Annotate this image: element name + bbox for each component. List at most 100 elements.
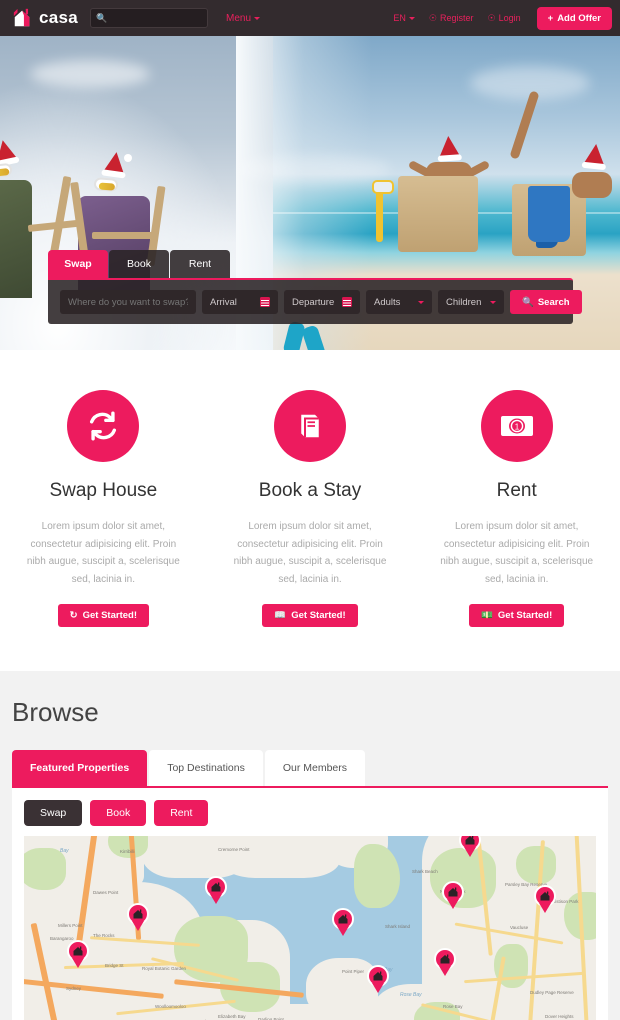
search-icon: 🔍 [522,296,534,308]
top-header: casa 🔍 Menu EN ☉ Register ☉ Login + Add … [0,0,620,36]
map-place-label: Woolloomooloo [155,1004,186,1009]
search-icon: 🔍 [96,12,108,23]
register-link[interactable]: ☉ Register [429,13,474,24]
feature-title: Rent [496,480,537,501]
departure-field[interactable]: Departure [284,290,360,314]
house-map-pin-icon[interactable] [442,881,464,909]
map-water-label: Bay [60,848,69,854]
add-offer-button[interactable]: + Add Offer [536,6,612,30]
map-place-label: Cremorne Point [218,847,250,852]
map-place-label: Vaucluse [510,925,529,930]
search-button-label: Search [537,296,570,308]
filter-rent-button[interactable]: Rent [154,800,209,826]
book-icon [274,390,346,462]
search-input[interactable] [111,13,203,23]
add-offer-label: Add Offer [557,12,601,24]
children-select[interactable]: Children [438,290,504,314]
house-map-pin-icon[interactable] [332,908,354,936]
house-map-pin-icon[interactable] [534,885,556,913]
search-button[interactable]: 🔍 Search [510,290,582,314]
cloud [30,60,150,88]
chevron-down-icon [418,300,424,304]
calendar-icon [260,297,270,307]
header-search-box[interactable]: 🔍 [90,8,209,28]
arrival-field[interactable]: Arrival [202,290,278,314]
hero-banner: Swap Book Rent Arrival Departure Adults … [0,36,620,350]
map-place-label: Millers Point [58,923,83,928]
map-place-label: Kirribilli [120,849,135,854]
login-link[interactable]: ☉ Login [488,13,521,24]
house-map-pin-icon[interactable] [434,948,456,976]
house-logo-icon [12,7,34,29]
hero-tab-book[interactable]: Book [109,250,169,278]
map-filter-buttons: Swap Book Rent [24,800,596,826]
swap-refresh-icon: ↻ [69,610,78,621]
chevron-down-icon [254,16,261,20]
tab-featured-properties[interactable]: Featured Properties [12,750,148,786]
logo-text: casa [39,8,79,27]
money-banknote-icon: 1 [480,390,553,462]
departure-label: Departure [292,296,335,308]
map-place-label: Bridge St [105,963,124,968]
house-map-pin-icon[interactable] [367,965,389,993]
filter-swap-button[interactable]: Swap [24,800,83,826]
feature-book-a-stay: Book a Stay Lorem ipsum dolor sit amet, … [207,390,414,627]
menu-dropdown[interactable]: Menu [226,12,261,24]
adults-select[interactable]: Adults [366,290,432,314]
calendar-icon [342,297,352,307]
swap-refresh-icon [67,390,140,462]
property-map[interactable]: Sydney The Rocks Millers Point Barangaroo Da… [24,836,596,1020]
filter-book-button[interactable]: Book [90,800,147,826]
house-map-pin-icon[interactable] [67,940,89,968]
location-field[interactable] [60,290,196,314]
tab-top-destinations[interactable]: Top Destinations [149,750,263,786]
feature-swap-house: Swap House Lorem ipsum dolor sit amet, c… [0,390,207,627]
map-place-label: Dover Heights [545,1014,574,1019]
login-label: Login [498,13,521,23]
feature-description: Lorem ipsum dolor sit amet, consectetur … [440,521,594,585]
adults-label: Adults [374,296,401,308]
house-map-pin-icon[interactable] [205,876,227,904]
hero-search-bar: Arrival Departure Adults Children 🔍 Sear… [48,278,582,324]
get-started-label: Get Started! [82,610,137,621]
hero-search-tabs: Swap Book Rent [48,250,573,278]
house-map-pin-icon[interactable] [127,903,149,931]
map-place-label: Elizabeth Bay [218,1014,246,1019]
menu-label: Menu [226,12,252,24]
svg-text:1: 1 [514,422,519,432]
children-label: Children [446,296,482,308]
map-place-label: Shark Beach [412,869,438,874]
map-place-label: Royal Botanic Garden [142,966,187,971]
map-place-label: Rose Bay [443,1004,463,1009]
get-started-button[interactable]: 💵 Get Started! [469,604,565,627]
feature-description: Lorem ipsum dolor sit amet, consectetur … [26,521,180,585]
hero-tab-rent[interactable]: Rent [170,250,230,278]
get-started-label: Get Started! [291,610,346,621]
get-started-button[interactable]: 📖 Get Started! [262,604,358,627]
browse-tab-panel: Swap Book Rent Sydney The Rocks Millers … [12,786,608,1020]
user-plus-icon: ☉ [428,12,437,23]
hero-search-widget: Swap Book Rent Arrival Departure Adults … [48,250,582,324]
tab-our-members[interactable]: Our Members [264,750,366,786]
browse-tabs: Featured Properties Top Destinations Our… [12,750,608,786]
hero-tab-swap[interactable]: Swap [48,250,108,278]
money-banknote-icon: 💵 [481,610,493,621]
language-label: EN [393,13,406,23]
feature-title: Swap House [49,480,158,501]
chevron-down-icon [490,300,496,304]
map-place-label: The Rocks [93,933,115,938]
feature-title: Book a Stay [258,480,362,501]
location-input[interactable] [68,296,188,308]
map-place-label: Dawes Point [93,890,119,895]
cloud [240,156,390,182]
browse-section: Browse Featured Properties Top Destinati… [0,671,620,1020]
register-label: Register [440,13,474,23]
book-icon: 📖 [274,610,287,621]
get-started-label: Get Started! [497,610,553,621]
logo[interactable]: casa [12,7,78,29]
map-place-label: Shark Island [385,924,411,929]
language-selector[interactable]: EN [393,13,415,23]
get-started-button[interactable]: ↻ Get Started! [57,604,149,627]
feature-rent: 1 Rent Lorem ipsum dolor sit amet, conse… [413,390,620,627]
house-map-pin-icon[interactable] [459,836,481,857]
